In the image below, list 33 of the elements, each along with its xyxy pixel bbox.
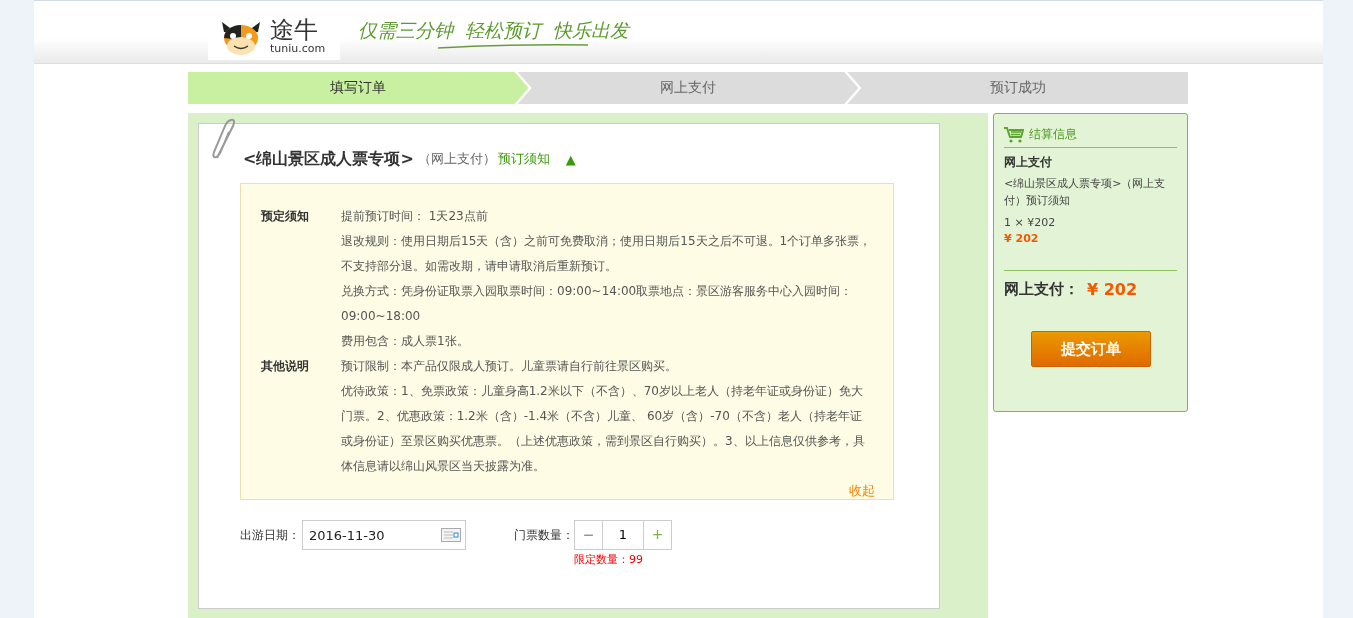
notice-text: 费用包含：成人票1张。 [341,333,470,350]
payment-type: 网上支付 [1004,154,1053,171]
total-price: ¥ 202 [1087,280,1138,299]
quantity-limit: 限定数量：99 [574,552,644,567]
progress-step: 预订成功 [847,72,1188,104]
calendar-icon [441,528,461,542]
notice-text: 优待政策：1、免票政策：儿童身高1.2米以下（不含）、70岁以上老人（持老年证或身份证）免大门票。2、优惠政策：1.2米（含）-1.4米（不含）儿童、 60岁（含）-70（不含）老人（持老年证或身份证）至景区购买优惠票。（上述优惠政策，需到景区自行购买）。3、以上信息仅供参考，具体信息请以绵山风景区当天披露为准。 [341,383,866,475]
date-label: 出游日期： [240,527,300,544]
collapse-link[interactable]: 收起 [849,483,875,498]
product-title: <绵山景区成人票专项> [243,148,414,170]
notice-link[interactable]: 预订须知 [497,150,550,168]
total-label: 网上支付： [1004,280,1079,299]
summary-title: 结算信息 [1029,126,1077,143]
logo-domain: tuniu.com [270,41,326,55]
section-label: 其他说明 [261,358,310,375]
notice-text: 提前预订时间： 1天23点前 [341,208,489,225]
slogan: 仅需三分钟 轻松预订 快乐出发 [358,18,630,43]
section-label: 预定须知 [261,208,310,225]
quantity-price: 1 × ¥202 [1004,216,1057,229]
date-field[interactable]: 2016-11-30 [302,520,466,550]
product-name: <绵山景区成人票专项>（网上支付）预订须知 [1004,176,1167,209]
collapse-toggle[interactable]: ▲ [565,151,576,167]
notice-text: 退改规则：使用日期后15天（含）之前可免费取消；使用日期后15天之后不可退。1个订单多张票，不支持部分退。如需改期，请申请取消后重新预订。 [341,233,873,275]
progress-step: 填写订单 [188,72,529,104]
submit-order-button[interactable]: 提交订单 [1030,331,1151,367]
notice-text: 预订限制：本产品仅限成人预订。儿童票请自行前往景区购买。 [341,358,678,375]
notice-text: 兑换方式：凭身份证取票入园取票时间：09:00~14:00取票地点：景区游客服务中心入园时间：09:00~18:00 [341,283,854,325]
payment-type: （网上支付） [417,150,496,168]
logo-text: 途牛 [270,17,319,42]
subtotal: ¥ 202 [1004,232,1177,271]
progress-step: 网上支付 [517,72,859,104]
cart-icon [1004,126,1024,143]
quantity-label: 门票数量： [514,527,574,544]
